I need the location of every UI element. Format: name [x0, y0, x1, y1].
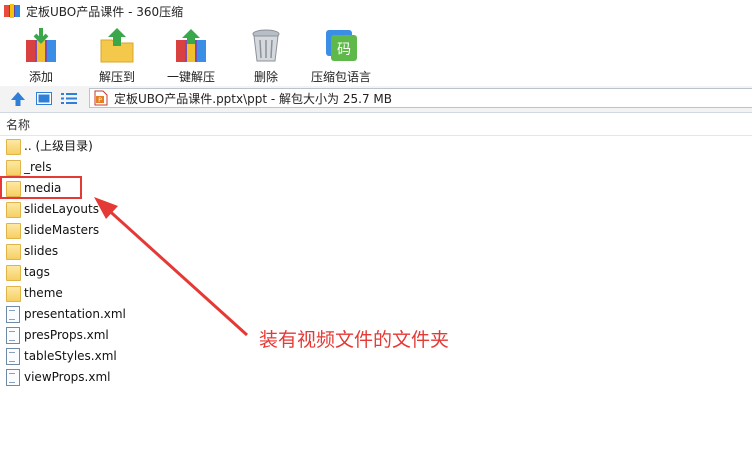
list-item-name: theme — [24, 285, 63, 300]
thumbnail-view-icon[interactable] — [36, 92, 52, 105]
toolbar: 添加 解压到 一键解压 删除 码 压缩包语言 — [0, 22, 752, 86]
folder-icon — [6, 243, 21, 260]
address-bar: P 定板UBO产品课件.pptx\ppt - 解包大小为 25.7 MB — [0, 86, 752, 113]
list-item-parent-directory[interactable]: .. (上级目录) — [0, 135, 400, 156]
archive-language-button[interactable]: 码 压缩包语言 — [308, 24, 374, 84]
column-header: 名称 — [0, 113, 752, 136]
xml-file-icon — [6, 347, 20, 365]
list-item-name: slideMasters — [24, 222, 100, 237]
add-button-label: 添加 — [28, 70, 53, 84]
delete-button[interactable]: 删除 — [244, 24, 288, 84]
list-item-slidemasters[interactable]: slideMasters — [0, 219, 400, 240]
folder-icon — [6, 264, 21, 281]
address-path: 定板UBO产品课件.pptx\ppt - 解包大小为 25.7 MB — [114, 91, 392, 106]
list-item-name: .. (上级目录) — [24, 139, 93, 153]
one-click-extract-icon — [172, 26, 210, 64]
folder-icon — [6, 285, 21, 302]
window-title: 定板UBO产品课件 - 360压缩 — [26, 4, 184, 19]
column-header-name[interactable]: 名称 — [6, 116, 30, 133]
list-item-theme[interactable]: theme — [0, 282, 400, 303]
svg-text:码: 码 — [337, 42, 351, 58]
list-item-name: tableStyles.xml — [24, 348, 117, 363]
up-arrow-icon[interactable] — [10, 91, 26, 107]
list-item-name: presentation.xml — [24, 306, 126, 321]
extract-to-button-label: 解压到 — [98, 70, 135, 84]
svg-text:P: P — [98, 97, 102, 104]
list-item-slides[interactable]: slides — [0, 240, 400, 261]
folder-icon — [6, 159, 21, 176]
list-item-name: viewProps.xml — [24, 369, 111, 384]
folder-icon — [6, 222, 21, 239]
archive-language-icon: 码 — [322, 26, 360, 64]
extract-to-button[interactable]: 解压到 — [92, 24, 142, 84]
extract-to-icon — [98, 26, 136, 64]
add-archive-icon — [22, 26, 60, 64]
one-click-extract-button-label: 一键解压 — [166, 70, 215, 84]
list-item-name: presProps.xml — [24, 327, 109, 342]
one-click-extract-button[interactable]: 一键解压 — [164, 24, 218, 84]
xml-file-icon — [6, 326, 20, 344]
annotation-label: 装有视频文件的文件夹 — [259, 329, 450, 351]
list-item-viewprops-xml[interactable]: viewProps.xml — [0, 366, 400, 387]
pptx-file-icon: P — [94, 90, 108, 106]
trash-icon — [247, 26, 285, 64]
title-bar: 定板UBO产品课件 - 360压缩 — [0, 0, 752, 22]
list-item-name: slides — [24, 243, 59, 258]
folder-icon — [6, 138, 21, 155]
delete-button-label: 删除 — [253, 70, 278, 84]
list-item-name: slideLayouts — [24, 201, 99, 216]
xml-file-icon — [6, 368, 20, 386]
folder-icon — [6, 201, 21, 218]
list-item-slidelayouts[interactable]: slideLayouts — [0, 198, 400, 219]
list-view-icon[interactable] — [61, 92, 77, 105]
address-field[interactable]: P 定板UBO产品课件.pptx\ppt - 解包大小为 25.7 MB — [89, 88, 752, 108]
archive-language-button-label: 压缩包语言 — [310, 70, 371, 84]
media-highlight-box — [0, 176, 82, 199]
add-button[interactable]: 添加 — [18, 24, 64, 84]
list-item-rels[interactable]: _rels — [0, 156, 400, 177]
list-item-name: _rels — [24, 159, 52, 174]
xml-file-icon — [6, 305, 20, 323]
list-item-tags[interactable]: tags — [0, 261, 400, 282]
archive-app-icon — [4, 4, 20, 18]
list-item-name: tags — [24, 264, 50, 279]
list-item-presentation-xml[interactable]: presentation.xml — [0, 303, 400, 324]
